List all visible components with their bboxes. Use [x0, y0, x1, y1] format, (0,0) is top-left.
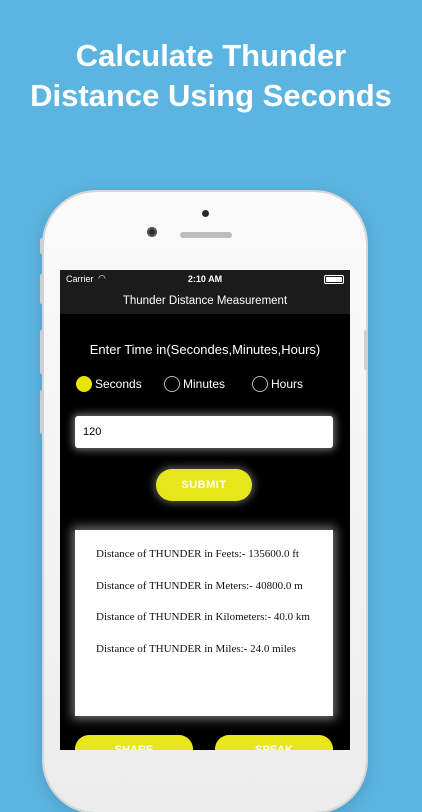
radio-minutes[interactable]: Minutes — [164, 376, 225, 392]
volume-extra-button — [40, 390, 44, 434]
radio-seconds-dot-icon[interactable] — [76, 376, 92, 392]
radio-seconds[interactable]: Seconds — [76, 376, 142, 392]
power-button — [364, 330, 368, 370]
radio-seconds-label: Seconds — [95, 377, 142, 391]
volume-up-button — [40, 274, 44, 304]
radio-minutes-dot-icon[interactable] — [164, 376, 180, 392]
status-time: 2:10 AM — [187, 274, 223, 284]
volume-down-button — [40, 330, 44, 374]
radio-hours[interactable]: Hours — [252, 376, 303, 392]
submit-button[interactable]: SUBMIT — [156, 469, 252, 501]
battery-icon — [324, 275, 344, 284]
headline-line-1: Calculate Thunder — [75, 38, 347, 73]
speak-button[interactable]: SPEAK — [215, 735, 333, 750]
nav-title: Thunder Distance Measurement — [60, 288, 350, 314]
radio-hours-label: Hours — [271, 377, 304, 391]
result-miles: Distance of THUNDER in Miles:- 24.0 mile… — [96, 642, 296, 655]
app-screen: Carrier ◠ 2:10 AM Thunder Distance Measu… — [60, 270, 350, 750]
radio-minutes-label: Minutes — [183, 377, 226, 391]
result-feet: Distance of THUNDER in Feets:- 135600.0 … — [96, 548, 299, 560]
time-unit-prompt: Enter Time in(Secondes,Minutes,Hours) — [89, 342, 321, 357]
earpiece-speaker — [180, 232, 232, 238]
promo-headline: Calculate Thunder Distance Using Seconds — [0, 36, 422, 116]
front-camera-icon — [147, 227, 157, 237]
time-input[interactable] — [75, 416, 333, 448]
share-button[interactable]: SHARE — [75, 735, 193, 750]
proximity-sensor — [202, 210, 209, 217]
headline-line-2: Distance Using Seconds — [30, 78, 392, 113]
status-bar: Carrier ◠ 2:10 AM — [60, 270, 350, 288]
result-meters: Distance of THUNDER in Meters:- 40800.0 … — [96, 579, 303, 592]
result-kilometers: Distance of THUNDER in Kilometers:- 40.0… — [96, 611, 310, 623]
mute-switch — [40, 238, 44, 254]
results-panel: Distance of THUNDER in Feets:- 135600.0 … — [75, 530, 333, 716]
radio-hours-dot-icon[interactable] — [252, 376, 268, 392]
